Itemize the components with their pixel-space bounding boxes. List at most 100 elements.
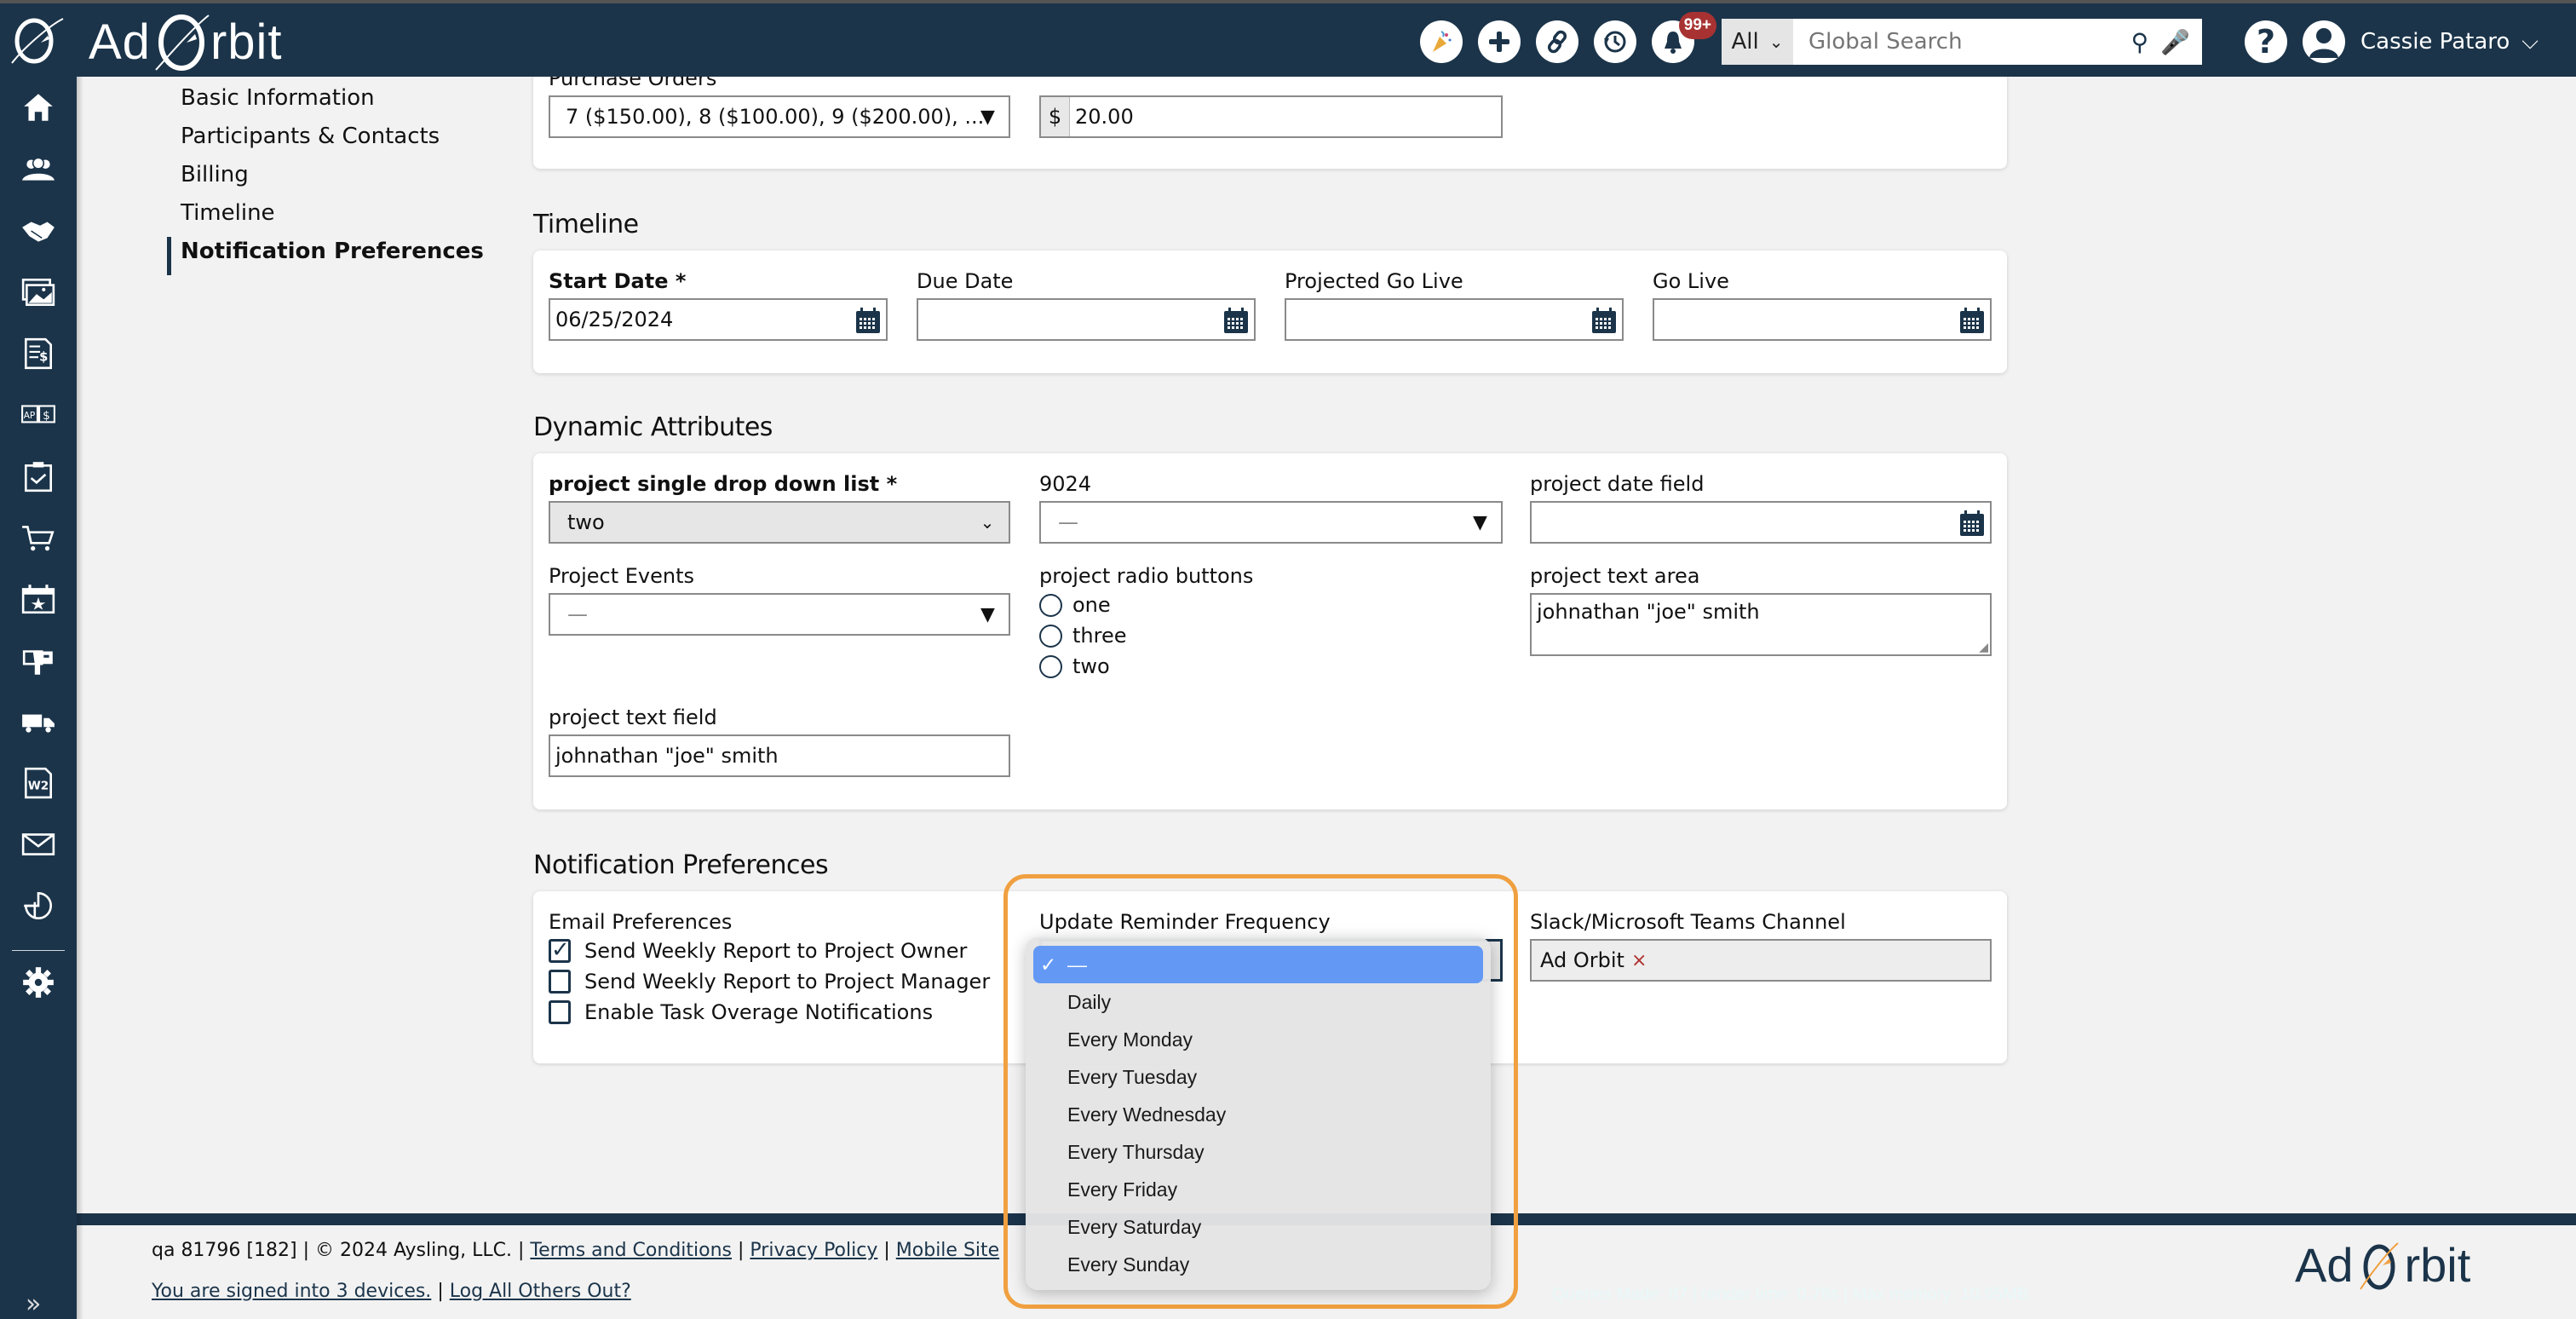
chevron-down-icon: ⌵ bbox=[2521, 28, 2539, 55]
radio-one[interactable]: one bbox=[1039, 593, 1111, 617]
checkbox-label: Enable Task Overage Notifications bbox=[584, 1000, 934, 1024]
date-field-label: project date field bbox=[1530, 472, 1705, 496]
calendar-icon[interactable] bbox=[1959, 510, 1985, 537]
timeline-section-title: Timeline bbox=[533, 210, 639, 239]
collapse-sidebar-button[interactable]: » bbox=[26, 1289, 41, 1319]
checkbox-checked-icon[interactable]: ✓ bbox=[549, 939, 571, 963]
truck-icon bbox=[22, 714, 55, 733]
search-scope-select[interactable]: All ⌄ bbox=[1722, 19, 1794, 65]
radio-two[interactable]: two bbox=[1039, 654, 1110, 678]
dropdown-option-sunday[interactable]: Every Sunday bbox=[1033, 1246, 1483, 1283]
projected-go-live-label: Projected Go Live bbox=[1285, 269, 1463, 293]
purchase-orders-select[interactable]: 7 ($150.00), 8 ($100.00), 9 ($200.00), .… bbox=[549, 95, 1010, 138]
dropdown-option-wednesday[interactable]: Every Wednesday bbox=[1033, 1096, 1483, 1133]
text-field-input[interactable]: johnathan "joe" smith bbox=[549, 734, 1010, 777]
party-popper-button[interactable] bbox=[1420, 20, 1463, 63]
footer-brand-left: Ad bbox=[2295, 1238, 2354, 1292]
link-button[interactable] bbox=[1536, 20, 1579, 63]
due-date-input[interactable] bbox=[917, 298, 1256, 341]
user-menu[interactable]: Cassie Pataro ⌵ bbox=[2360, 29, 2539, 55]
radio-circle[interactable] bbox=[1039, 593, 1062, 617]
dropdown-option-monday[interactable]: Every Monday bbox=[1033, 1021, 1483, 1058]
subnav-timeline[interactable]: Timeline bbox=[167, 199, 484, 237]
nav-invoices[interactable]: $ bbox=[19, 334, 58, 373]
projected-go-live-input[interactable] bbox=[1285, 298, 1624, 341]
checkbox-weekly-report-owner[interactable]: ✓ Send Weekly Report to Project Owner bbox=[549, 939, 967, 963]
checkbox-icon[interactable] bbox=[549, 970, 571, 994]
nav-home[interactable] bbox=[19, 89, 58, 128]
nav-events[interactable] bbox=[19, 579, 58, 619]
handshake-icon bbox=[22, 222, 55, 242]
radio-circle[interactable] bbox=[1039, 654, 1062, 678]
resize-handle-icon[interactable]: ◢ bbox=[1979, 641, 1988, 654]
brand-logo[interactable]: Ad rbit bbox=[89, 12, 283, 72]
calendar-icon[interactable] bbox=[855, 307, 881, 334]
ad-orbit-logo-icon[interactable] bbox=[7, 14, 68, 66]
channel-input[interactable]: Ad Orbit × bbox=[1530, 939, 1992, 982]
nav-settings[interactable] bbox=[19, 963, 58, 1002]
channel-label: Slack/Microsoft Teams Channel bbox=[1530, 910, 1846, 934]
checkbox-icon[interactable] bbox=[549, 1000, 571, 1024]
nav-mailbox[interactable] bbox=[19, 641, 58, 680]
nav-media[interactable] bbox=[19, 273, 58, 312]
dropdown-option-saturday[interactable]: Every Saturday bbox=[1033, 1208, 1483, 1246]
checkbox-weekly-report-manager[interactable]: Send Weekly Report to Project Manager bbox=[549, 970, 990, 994]
checkmark-icon: ✓ bbox=[1040, 953, 1057, 976]
dropdown-option-tuesday[interactable]: Every Tuesday bbox=[1033, 1058, 1483, 1096]
subnav-participants-contacts[interactable]: Participants & Contacts bbox=[167, 122, 484, 160]
notification-preferences-section-title: Notification Preferences bbox=[533, 850, 829, 880]
nav-shipping[interactable] bbox=[19, 702, 58, 741]
start-date-input[interactable]: 06/25/2024 bbox=[549, 298, 888, 341]
nav-payroll[interactable]: W2 bbox=[19, 763, 58, 803]
calendar-icon[interactable] bbox=[1591, 307, 1617, 334]
subnav-billing[interactable]: Billing bbox=[167, 160, 484, 199]
search-icon[interactable]: ⚲ bbox=[2131, 28, 2149, 56]
project-events-select[interactable]: — ▼ bbox=[549, 593, 1010, 636]
mobile-site-link[interactable]: Mobile Site bbox=[896, 1240, 999, 1261]
field-9024-select[interactable]: — ▼ bbox=[1039, 501, 1503, 544]
nav-mail[interactable] bbox=[19, 825, 58, 864]
global-search-input[interactable] bbox=[1808, 29, 2119, 55]
footer-separator: | bbox=[437, 1281, 444, 1302]
calendar-icon[interactable] bbox=[1959, 307, 1985, 334]
log-out-others-link[interactable]: Log All Others Out? bbox=[450, 1281, 631, 1302]
nav-deals[interactable] bbox=[19, 211, 58, 251]
footer-brand-right: rbit bbox=[2404, 1238, 2471, 1292]
privacy-link[interactable]: Privacy Policy bbox=[750, 1240, 877, 1261]
terms-link[interactable]: Terms and Conditions bbox=[530, 1240, 732, 1261]
text-area-input[interactable]: johnathan "joe" smith ◢ bbox=[1530, 593, 1992, 656]
user-avatar[interactable] bbox=[2303, 20, 2346, 63]
global-search: All ⌄ ⚲ 🎤 bbox=[1722, 19, 2203, 65]
add-button[interactable] bbox=[1478, 20, 1521, 63]
section-navigation: Basic Information Participants & Contact… bbox=[167, 84, 484, 275]
remove-tag-icon[interactable]: × bbox=[1631, 950, 1647, 971]
go-live-input[interactable] bbox=[1653, 298, 1992, 341]
reminder-frequency-label: Update Reminder Frequency bbox=[1039, 910, 1331, 934]
checkbox-task-overage[interactable]: Enable Task Overage Notifications bbox=[549, 1000, 933, 1024]
nav-reports[interactable] bbox=[19, 886, 58, 925]
dropdown-option-daily[interactable]: Daily bbox=[1033, 983, 1483, 1021]
nav-ap-ar[interactable]: AP $ bbox=[19, 395, 58, 435]
nav-orders[interactable] bbox=[19, 518, 58, 557]
dropdown-option-none[interactable]: ✓ — bbox=[1033, 946, 1483, 983]
radio-three[interactable]: three bbox=[1039, 624, 1127, 648]
history-button[interactable] bbox=[1594, 20, 1637, 63]
subnav-basic-information[interactable]: Basic Information bbox=[167, 84, 484, 122]
signed-in-devices-link[interactable]: You are signed into 3 devices. bbox=[152, 1281, 431, 1302]
chevron-down-icon: ⌄ bbox=[1768, 32, 1784, 52]
debug-stats: Queries Made: 87 | render time: 0.78s | … bbox=[1552, 1285, 2029, 1304]
nav-tasks[interactable] bbox=[19, 457, 58, 496]
bill-rate-input[interactable]: $ 20.00 bbox=[1039, 95, 1503, 138]
nav-contacts[interactable] bbox=[19, 150, 58, 189]
single-dropdown-select[interactable]: two ⌄ bbox=[549, 501, 1010, 544]
radio-circle[interactable] bbox=[1039, 624, 1062, 648]
date-field-input[interactable] bbox=[1530, 501, 1992, 544]
subnav-notification-preferences[interactable]: Notification Preferences bbox=[167, 237, 484, 275]
help-button[interactable]: ? bbox=[2245, 20, 2288, 63]
microphone-icon[interactable]: 🎤 bbox=[2160, 28, 2190, 56]
user-name: Cassie Pataro bbox=[2360, 29, 2510, 55]
calendar-icon[interactable] bbox=[1223, 307, 1249, 334]
dropdown-option-friday[interactable]: Every Friday bbox=[1033, 1171, 1483, 1208]
notifications-button[interactable]: 99+ bbox=[1652, 12, 1717, 63]
dropdown-option-thursday[interactable]: Every Thursday bbox=[1033, 1133, 1483, 1171]
